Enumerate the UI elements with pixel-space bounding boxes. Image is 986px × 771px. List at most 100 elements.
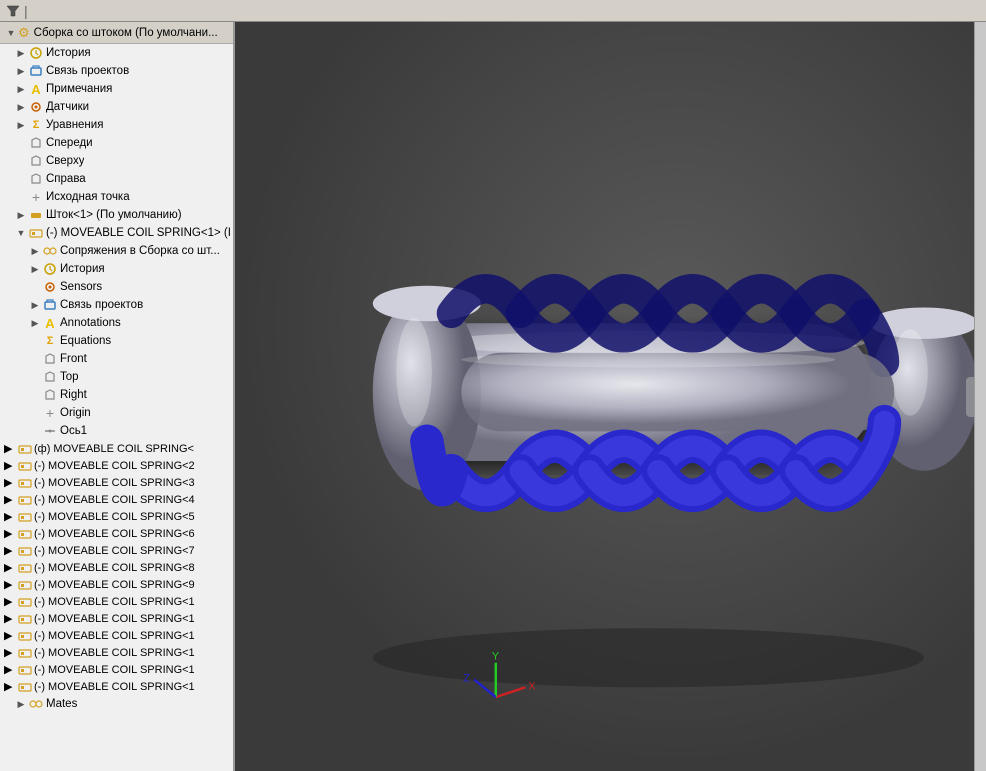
coil-icon-11 — [18, 629, 32, 643]
coil-expand-7[interactable]: ▶ — [4, 561, 18, 574]
tree-item-history2[interactable]: ▶ История — [0, 260, 233, 278]
tree-item-top[interactable]: Сверху — [0, 152, 233, 170]
tree-item-origin[interactable]: + Исходная точка — [0, 188, 233, 206]
viewport[interactable]: X Y Z — [235, 22, 974, 771]
top-plane-icon — [28, 153, 44, 169]
tree-item-front[interactable]: Спереди — [0, 134, 233, 152]
sensors-icon — [28, 99, 44, 115]
front2-expand — [28, 352, 42, 366]
project-link2-label: Связь проектов — [60, 299, 143, 311]
tree-item-origin2[interactable]: + Origin — [0, 404, 233, 422]
project-link2-expand[interactable]: ▶ — [28, 298, 42, 312]
front-label: Спереди — [46, 137, 93, 149]
coil-label-12: (-) MOVEABLE COIL SPRING<1 — [34, 647, 195, 659]
coil-expand-5[interactable]: ▶ — [4, 527, 18, 540]
ground-shadow — [373, 628, 924, 687]
coil-expand-3[interactable]: ▶ — [4, 493, 18, 506]
right-panel — [974, 22, 986, 771]
coil-expand-11[interactable]: ▶ — [4, 629, 18, 642]
tree-item-coil-main[interactable]: ▼ (-) MOVEABLE COIL SPRING<1> (I — [0, 224, 233, 242]
coil-expand-8[interactable]: ▶ — [4, 578, 18, 591]
tree-item-coil-8[interactable]: ▶ (-) MOVEABLE COIL SPRING<8 — [0, 559, 233, 576]
coil-expand-0[interactable]: ▶ — [4, 442, 18, 455]
coil-expand-6[interactable]: ▶ — [4, 544, 18, 557]
tree-item-coil-13[interactable]: ▶ (-) MOVEABLE COIL SPRING<1 — [0, 644, 233, 661]
tree-item-coil-9[interactable]: ▶ (-) MOVEABLE COIL SPRING<9 — [0, 576, 233, 593]
tree-item-history[interactable]: ▶ История — [0, 44, 233, 62]
coil-icon-2 — [18, 476, 32, 490]
project-link-label: Связь проектов — [46, 65, 129, 77]
assembly-icon: ⚙ — [18, 25, 30, 41]
tree-item-project-link[interactable]: ▶ Связь проектов — [0, 62, 233, 80]
coil-label-14: (-) MOVEABLE COIL SPRING<1 — [34, 681, 195, 693]
rod-expand[interactable]: ▶ — [14, 208, 28, 222]
history-expand[interactable]: ▶ — [14, 46, 28, 60]
tree-item-right2[interactable]: Right — [0, 386, 233, 404]
tree-item-front2[interactable]: Front — [0, 350, 233, 368]
tree-item-sensors[interactable]: ▶ Датчики — [0, 98, 233, 116]
tree-item-coil-4[interactable]: ▶ (-) MOVEABLE COIL SPRING<4 — [0, 491, 233, 508]
tree-item-coil-14[interactable]: ▶ (-) MOVEABLE COIL SPRING<1 — [0, 661, 233, 678]
coil-icon-12 — [18, 646, 32, 660]
tree-item-coil-10[interactable]: ▶ (-) MOVEABLE COIL SPRING<1 — [0, 593, 233, 610]
coil-label-4: (-) MOVEABLE COIL SPRING<5 — [34, 511, 195, 523]
spring-assembly-svg: X Y Z — [235, 22, 974, 771]
history2-expand[interactable]: ▶ — [28, 262, 42, 276]
equations-expand[interactable]: ▶ — [14, 118, 28, 132]
tree-item-top2[interactable]: Top — [0, 368, 233, 386]
notes-label: Примечания — [46, 83, 112, 95]
origin2-label: Origin — [60, 407, 91, 419]
tree-item-coil-6[interactable]: ▶ (-) MOVEABLE COIL SPRING<6 — [0, 525, 233, 542]
tree-item-coil-15[interactable]: ▶ (-) MOVEABLE COIL SPRING<1 — [0, 678, 233, 695]
coil-main-expand[interactable]: ▼ — [14, 226, 28, 240]
annotations-label: Annotations — [60, 317, 121, 329]
tree-item-sensors2[interactable]: Sensors — [0, 278, 233, 296]
tree-item-axis1[interactable]: Ось1 — [0, 422, 233, 440]
tree-item-equations[interactable]: ▶ Σ Уравнения — [0, 116, 233, 134]
tree-item-coil-7[interactable]: ▶ (-) MOVEABLE COIL SPRING<7 — [0, 542, 233, 559]
annotations-expand[interactable]: ▶ — [28, 316, 42, 330]
top2-label: Top — [60, 371, 79, 383]
resize-handle[interactable] — [966, 377, 974, 417]
tree-item-rod[interactable]: ▶ Шток<1> (По умолчанию) — [0, 206, 233, 224]
tree-item-annotations[interactable]: ▶ A Annotations — [0, 314, 233, 332]
tree-item-project-link2[interactable]: ▶ Связь проектов — [0, 296, 233, 314]
coil-expand-2[interactable]: ▶ — [4, 476, 18, 489]
project-link2-icon — [42, 297, 58, 313]
coil-expand-9[interactable]: ▶ — [4, 595, 18, 608]
coil-expand-12[interactable]: ▶ — [4, 646, 18, 659]
tree-header-label: Сборка со штоком (По умолчани... — [34, 27, 218, 39]
tree-item-coil-11[interactable]: ▶ (-) MOVEABLE COIL SPRING<1 — [0, 610, 233, 627]
coil-icon-7 — [18, 561, 32, 575]
tree-item-notes[interactable]: ▶ A Примечания — [0, 80, 233, 98]
right2-label: Right — [60, 389, 87, 401]
top-label: Сверху — [46, 155, 84, 167]
coil-icon-10 — [18, 612, 32, 626]
project-link-expand[interactable]: ▶ — [14, 64, 28, 78]
sensors-expand[interactable]: ▶ — [14, 100, 28, 114]
coil-expand-14[interactable]: ▶ — [4, 680, 18, 693]
tree-header-expand[interactable]: ▼ — [4, 26, 18, 40]
filter-icon[interactable] — [4, 2, 22, 20]
tree-item-equations2[interactable]: Σ Equations — [0, 332, 233, 350]
coil-expand-10[interactable]: ▶ — [4, 612, 18, 625]
coil-expand-13[interactable]: ▶ — [4, 663, 18, 676]
coil-expand-1[interactable]: ▶ — [4, 459, 18, 472]
tree-item-coil-1[interactable]: ▶ (ф) MOVEABLE COIL SPRING< — [0, 440, 233, 457]
mates-expand[interactable]: ▶ — [28, 244, 42, 258]
tree-header: ▼ ⚙ Сборка со штоком (По умолчани... — [0, 22, 233, 44]
mates-bottom-expand[interactable]: ▶ — [14, 697, 28, 711]
tree-item-coil-2[interactable]: ▶ (-) MOVEABLE COIL SPRING<2 — [0, 457, 233, 474]
tree-item-mates-in-assembly[interactable]: ▶ Сопряжения в Сборка со шт... — [0, 242, 233, 260]
tree-item-coil-12[interactable]: ▶ (-) MOVEABLE COIL SPRING<1 — [0, 627, 233, 644]
tree-item-coil-3[interactable]: ▶ (-) MOVEABLE COIL SPRING<3 — [0, 474, 233, 491]
coil-expand-4[interactable]: ▶ — [4, 510, 18, 523]
origin-label: Исходная точка — [46, 191, 130, 203]
coil-icon-1 — [18, 459, 32, 473]
tree-item-right[interactable]: Справа — [0, 170, 233, 188]
notes-expand[interactable]: ▶ — [14, 82, 28, 96]
tree-item-mates[interactable]: ▶ Mates — [0, 695, 233, 713]
tree-item-coil-5[interactable]: ▶ (-) MOVEABLE COIL SPRING<5 — [0, 508, 233, 525]
coil-label-5: (-) MOVEABLE COIL SPRING<6 — [34, 528, 195, 540]
history2-label: История — [60, 263, 105, 275]
